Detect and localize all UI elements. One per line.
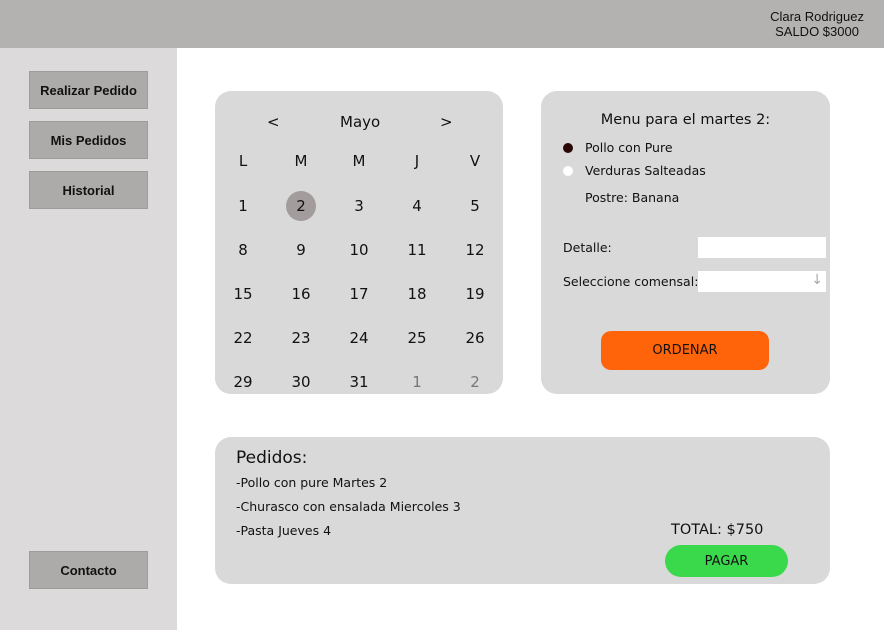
user-name: Clara Rodriguez	[770, 9, 864, 24]
calendar-day[interactable]: 29	[223, 367, 263, 394]
weekday-header: M	[294, 152, 308, 170]
nav-mis-pedidos[interactable]: Mis Pedidos	[29, 121, 148, 159]
orders-title: Pedidos:	[236, 448, 308, 468]
weekday-header: L	[238, 152, 248, 170]
calendar-day-selected[interactable]: 2	[281, 191, 321, 221]
dessert-label: Postre: Banana	[585, 190, 680, 205]
day-number: 10	[349, 241, 369, 259]
day-number: 2	[470, 373, 480, 391]
calendar-day[interactable]: 16	[281, 279, 321, 309]
order-item: -Churasco con ensalada Miercoles 3	[236, 499, 461, 514]
calendar-day[interactable]: 11	[397, 235, 437, 265]
calendar-day[interactable]: 30	[281, 367, 321, 394]
option-2-label[interactable]: Verduras Salteadas	[585, 163, 706, 178]
user-info: Clara Rodriguez SALDO $3000	[770, 9, 864, 39]
diner-select[interactable]: ↓	[698, 271, 826, 292]
calendar-day[interactable]: 3	[339, 191, 379, 221]
top-bar: Clara Rodriguez SALDO $3000	[0, 0, 884, 48]
detail-input[interactable]	[698, 237, 826, 258]
calendar-day[interactable]: 1	[397, 367, 437, 394]
calendar-day[interactable]: 5	[455, 191, 495, 221]
weekday-header: J	[414, 152, 420, 170]
day-number: 19	[465, 285, 485, 303]
day-number: 2	[296, 197, 306, 215]
total: TOTAL: $750	[671, 522, 764, 538]
month-label: Mayo	[340, 113, 381, 131]
day-number: 18	[407, 285, 427, 303]
nav-historial[interactable]: Historial	[29, 171, 148, 209]
pay-button[interactable]: PAGAR	[665, 545, 788, 577]
menu-panel: Menu para el martes 2: Pollo con Pure Ve…	[541, 91, 830, 394]
day-number: 4	[412, 197, 422, 215]
day-number: 30	[291, 373, 311, 391]
day-number: 25	[407, 329, 427, 347]
day-number: 12	[465, 241, 485, 259]
detail-label: Detalle:	[563, 240, 612, 255]
calendar-day[interactable]: 12	[455, 235, 495, 265]
day-number: 5	[470, 197, 480, 215]
nav-contacto[interactable]: Contacto	[29, 551, 148, 589]
option-1-label[interactable]: Pollo con Pure	[585, 140, 673, 155]
next-month-button[interactable]: >	[440, 113, 453, 131]
nav-realizar-pedido[interactable]: Realizar Pedido	[29, 71, 148, 109]
calendar-day[interactable]: 9	[281, 235, 321, 265]
day-number: 16	[291, 285, 311, 303]
day-number: 23	[291, 329, 311, 347]
day-number: 24	[349, 329, 369, 347]
calendar-day[interactable]: 2	[455, 367, 495, 394]
sidebar: Realizar Pedido Mis Pedidos Historial Co…	[0, 48, 177, 630]
calendar-day[interactable]: 10	[339, 235, 379, 265]
order-item: -Pasta Jueves 4	[236, 523, 332, 538]
day-number: 26	[465, 329, 485, 347]
calendar-day[interactable]: 18	[397, 279, 437, 309]
day-number: 17	[349, 285, 369, 303]
calendar-day[interactable]: 17	[339, 279, 379, 309]
menu-title: Menu para el martes 2:	[600, 112, 771, 128]
calendar-day[interactable]: 22	[223, 323, 263, 353]
order-button[interactable]: ORDENAR	[601, 331, 769, 370]
day-number: 1	[412, 373, 422, 391]
order-item: -Pollo con pure Martes 2	[236, 475, 388, 490]
calendar-day[interactable]: 24	[339, 323, 379, 353]
calendar-day[interactable]: 25	[397, 323, 437, 353]
radio-option-2[interactable]	[563, 166, 573, 176]
diner-label: Seleccione comensal:	[563, 274, 699, 289]
day-number: 15	[233, 285, 253, 303]
weekday-header: V	[469, 152, 481, 170]
day-number: 1	[238, 197, 248, 215]
weekday-header: M	[352, 152, 366, 170]
prev-month-button[interactable]: <	[267, 113, 280, 131]
balance: SALDO $3000	[775, 24, 859, 39]
day-number: 3	[354, 197, 364, 215]
day-number: 8	[238, 241, 248, 259]
calendar-day[interactable]: 8	[223, 235, 263, 265]
day-number: 29	[233, 373, 253, 391]
calendar: < Mayo > L M M J V 1 2 3 4 5 8 9 10 11 12 15 16 17 18 19 22 2…	[215, 91, 503, 394]
calendar-day[interactable]: 4	[397, 191, 437, 221]
calendar-day[interactable]: 31	[339, 367, 379, 394]
day-number: 11	[407, 241, 427, 259]
orders-panel: Pedidos: -Pollo con pure Martes 2 -Chura…	[215, 437, 830, 584]
calendar-day[interactable]: 19	[455, 279, 495, 309]
day-number: 9	[296, 241, 306, 259]
day-number: 22	[233, 329, 253, 347]
chevron-down-icon: ↓	[811, 272, 823, 288]
calendar-day[interactable]: 15	[223, 279, 263, 309]
calendar-day[interactable]: 26	[455, 323, 495, 353]
calendar-day[interactable]: 23	[281, 323, 321, 353]
calendar-day[interactable]: 1	[223, 191, 263, 221]
day-number: 31	[349, 373, 369, 391]
radio-option-1[interactable]	[563, 143, 573, 153]
